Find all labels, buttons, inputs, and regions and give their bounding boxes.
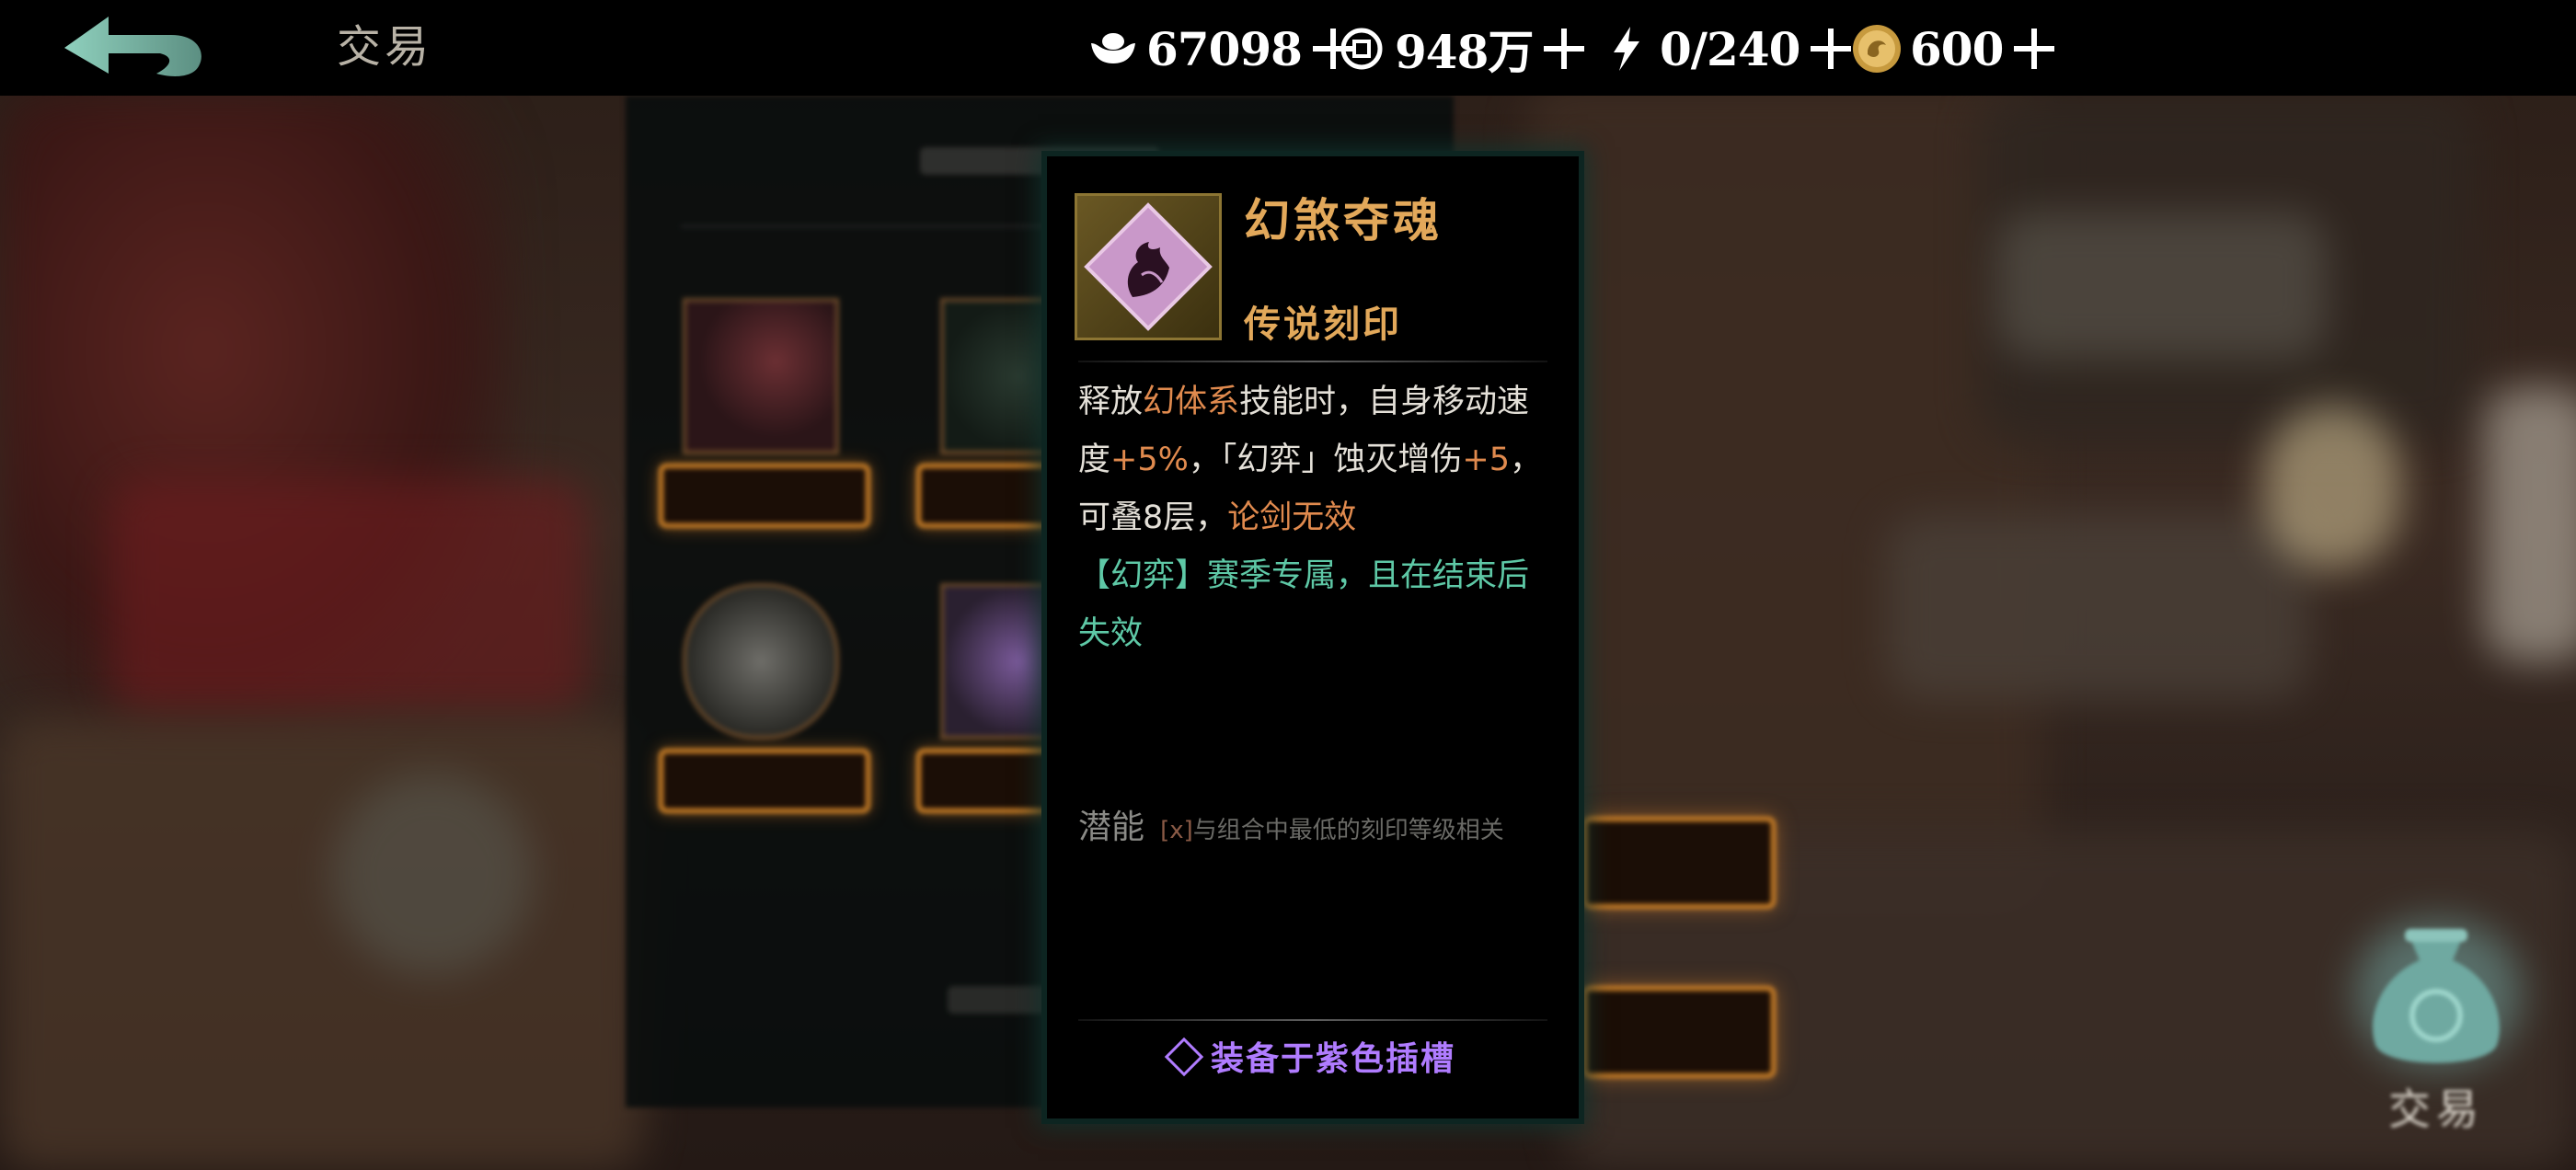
inventory-slot[interactable] <box>683 298 839 454</box>
season-note: 【幻弈】赛季专属，且在结束后失效 <box>1078 557 1530 652</box>
top-bar: 交易 67098 948万 0/240 600 <box>0 0 2576 96</box>
bg-lamp <box>2263 405 2401 570</box>
add-gold-button[interactable] <box>2008 23 2060 75</box>
silver-ingot-icon <box>1087 23 1139 75</box>
bg-floor-left <box>0 717 644 1170</box>
item-name: 幻煞夺魂 <box>1244 193 1443 247</box>
potential-row: 潜能 [x]与组合中最低的刻印等级相关 <box>1078 800 1557 848</box>
bg-shelf-items <box>1996 212 2328 359</box>
item-rarity: 传说刻印 <box>1244 303 1402 346</box>
bg-table <box>1886 515 2309 699</box>
currency-value: 67098 <box>1146 21 1303 76</box>
currency-energy: 0/240 <box>1601 17 1857 81</box>
desc-highlight: 幻体系 <box>1143 384 1240 420</box>
potential-x-marker: [x] <box>1160 817 1193 844</box>
currency-gold: 600 <box>1851 17 2060 81</box>
desc-text: ，「幻弈」蚀灭增伤 <box>1188 442 1463 478</box>
trade-label: 交易 <box>2388 1084 2484 1134</box>
desc-text: 释放 <box>1078 384 1144 420</box>
action-button[interactable] <box>1582 986 1776 1078</box>
diamond-icon <box>1164 1037 1204 1077</box>
inventory-slot-button[interactable] <box>659 464 870 528</box>
gold-dragon-coin-icon <box>1851 23 1903 75</box>
lightning-icon <box>1601 23 1652 75</box>
inventory-slot[interactable] <box>683 583 839 740</box>
bg-red-cloth <box>110 478 589 717</box>
add-coin-button[interactable] <box>1538 23 1590 75</box>
add-energy-button[interactable] <box>1805 23 1857 75</box>
equip-slot-text: 装备于紫色插槽 <box>1210 1039 1455 1078</box>
divider <box>1078 361 1547 362</box>
desc-highlight: 论剑无效 <box>1227 499 1357 536</box>
bg-wooden-wall <box>1527 83 2042 911</box>
equip-slot-info: 装备于紫色插槽 <box>1047 1032 1579 1080</box>
coin-icon <box>1336 23 1387 75</box>
desc-highlight: +5 <box>1462 442 1510 478</box>
inventory-slot-button[interactable] <box>659 749 870 813</box>
divider <box>1078 1019 1547 1021</box>
desc-highlight: +5% <box>1110 442 1189 478</box>
money-bag-icon <box>2373 929 2500 1063</box>
currency-silver: 67098 <box>1087 17 1359 81</box>
currency-value: 600 <box>1910 21 2004 76</box>
action-button[interactable] <box>1582 817 1776 909</box>
back-button[interactable] <box>61 11 208 90</box>
currency-value: 0/240 <box>1660 21 1800 76</box>
item-icon <box>1075 193 1222 340</box>
currency-value: 948万 <box>1395 25 1534 79</box>
potential-note-text: 与组合中最低的刻印等级相关 <box>1192 817 1504 844</box>
potential-note: [x]与组合中最低的刻印等级相关 <box>1160 817 1504 844</box>
imprint-emblem-icon <box>1084 202 1213 331</box>
item-description: 释放幻体系技能时，自身移动速度+5%，「幻弈」蚀灭增伤+5，可叠8层，论剑无效 … <box>1078 373 1549 663</box>
bg-round-stool <box>331 773 534 975</box>
potential-label: 潜能 <box>1078 809 1145 846</box>
back-arrow-icon <box>64 17 201 76</box>
trade-button[interactable]: 交易 <box>2344 907 2528 1134</box>
bg-vase <box>2484 386 2576 662</box>
currency-coin: 948万 <box>1336 17 1590 81</box>
page-title: 交易 <box>337 21 433 73</box>
item-tooltip-card: 幻煞夺魂 传说刻印 释放幻体系技能时，自身移动速度+5%，「幻弈」蚀灭增伤+5，… <box>1047 156 1579 1118</box>
